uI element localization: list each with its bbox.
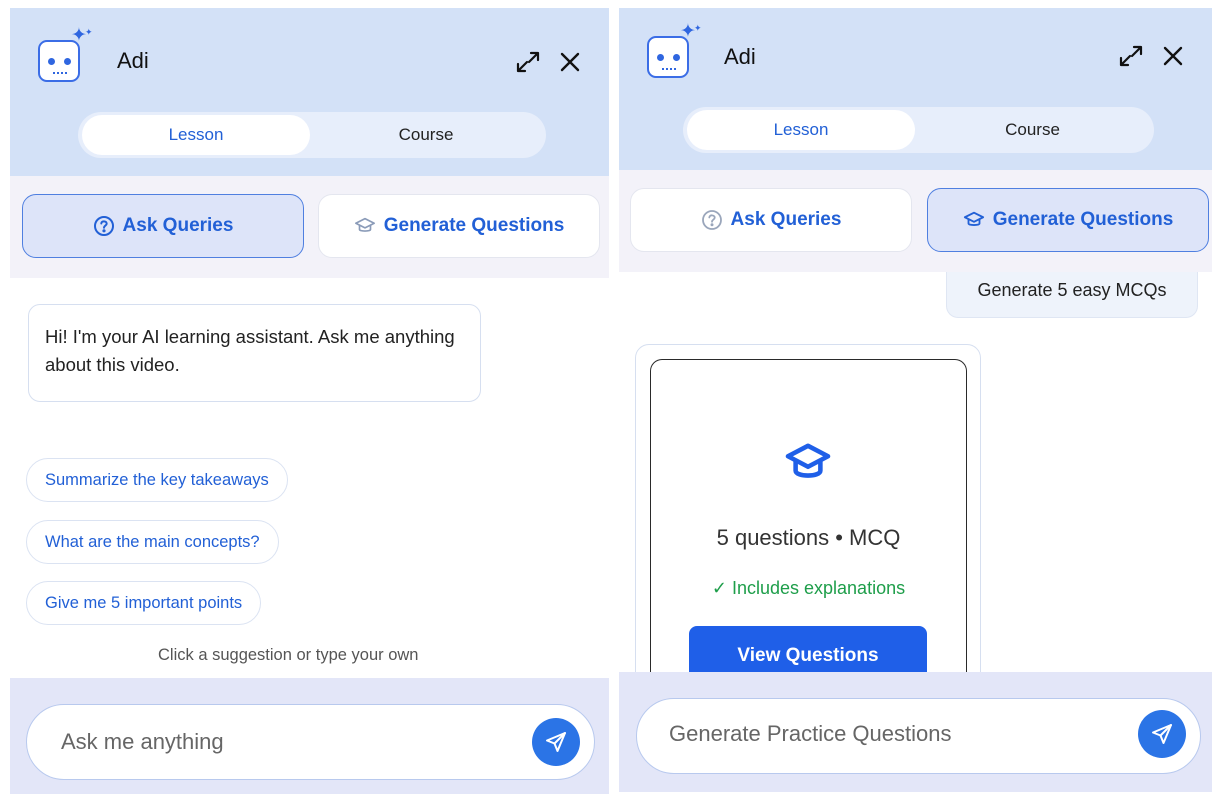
tab-lesson[interactable]: Lesson — [82, 115, 310, 155]
graduation-cap-icon — [785, 443, 831, 478]
message-input[interactable]: Generate Practice Questions — [636, 698, 1201, 774]
expand-button[interactable] — [514, 48, 542, 76]
close-button[interactable] — [556, 48, 584, 76]
suggestion-chip[interactable]: Summarize the key takeaways — [26, 458, 288, 502]
ask-queries-button[interactable]: Ask Queries — [630, 188, 912, 252]
question-count: 5 questions • MCQ — [716, 525, 901, 550]
question-circle-icon — [701, 210, 722, 230]
assistant-response: 5 questions • MCQ ✓ Includes explanation… — [635, 344, 981, 705]
send-button[interactable] — [1138, 710, 1186, 758]
expand-arrows-icon — [516, 51, 540, 73]
assistant-title: Adi — [117, 48, 149, 73]
robot-face-icon: ✦ ✦ — [647, 22, 702, 78]
close-icon — [1163, 46, 1183, 66]
tab-lesson[interactable]: Lesson — [687, 110, 915, 150]
scope-toggle: Lesson Course — [683, 107, 1154, 153]
expand-arrows-icon — [1119, 45, 1143, 67]
send-button[interactable] — [532, 718, 580, 766]
ask-queries-label: Ask Queries — [730, 209, 842, 230]
expand-button[interactable] — [1117, 42, 1145, 70]
ask-queries-button[interactable]: Ask Queries — [22, 194, 304, 258]
composer-area: Generate Practice Questions — [619, 672, 1212, 792]
suggestion-chip[interactable]: What are the main concepts? — [26, 520, 279, 564]
mode-actions: Ask Queries Generate Questions — [10, 176, 609, 278]
panel-header: ✦ ✦ Adi Lesson Course — [619, 8, 1212, 170]
suggestion-chip[interactable]: Give me 5 important points — [26, 581, 262, 625]
sparkle-small-icon: ✦ — [85, 27, 93, 37]
generate-questions-label: Generate Questions — [992, 209, 1174, 230]
graduation-cap-icon — [963, 211, 984, 226]
explanations-note: ✓ Includes explanations — [711, 578, 906, 598]
message-input[interactable]: Ask me anything — [26, 704, 595, 780]
generate-questions-button[interactable]: Generate Questions — [927, 188, 1209, 252]
assistant-greeting: Hi! I'm your AI learning assistant. Ask … — [28, 304, 481, 402]
generate-questions-button[interactable]: Generate Questions — [318, 194, 600, 258]
assistant-title: Adi — [724, 44, 756, 69]
ask-queries-label: Ask Queries — [122, 215, 234, 236]
scope-toggle: Lesson Course — [78, 112, 546, 158]
generate-questions-label: Generate Questions — [383, 215, 565, 236]
message-input-placeholder: Generate Practice Questions — [669, 721, 952, 746]
question-circle-icon — [93, 216, 114, 236]
tab-course[interactable]: Course — [915, 110, 1150, 150]
question-set-card: 5 questions • MCQ ✓ Includes explanation… — [650, 359, 967, 705]
paper-plane-icon — [1152, 724, 1172, 744]
graduation-cap-icon — [354, 217, 375, 232]
sparkle-small-icon: ✦ — [694, 23, 702, 33]
screenshot-canvas: ✦ ✦ Adi Lesson Course Ask Queries Genera… — [0, 0, 1222, 794]
close-icon — [560, 52, 580, 72]
message-input-placeholder: Ask me anything — [61, 729, 224, 754]
robot-face-icon: ✦ ✦ — [38, 26, 93, 82]
suggestion-hint: Click a suggestion or type your own — [158, 646, 419, 664]
composer-area: Ask me anything — [10, 678, 609, 794]
panel-header: ✦ ✦ Adi Lesson Course — [10, 8, 609, 176]
paper-plane-icon — [546, 732, 566, 752]
mode-actions: Ask Queries Generate Questions — [619, 170, 1212, 272]
assistant-panel-ask: ✦ ✦ Adi Lesson Course Ask Queries Genera… — [10, 8, 609, 794]
user-message: Generate 5 easy MCQs — [946, 272, 1198, 318]
tab-course[interactable]: Course — [310, 115, 542, 155]
assistant-panel-generate: ✦ ✦ Adi Lesson Course Ask Queries Genera… — [619, 8, 1212, 794]
close-button[interactable] — [1159, 42, 1187, 70]
